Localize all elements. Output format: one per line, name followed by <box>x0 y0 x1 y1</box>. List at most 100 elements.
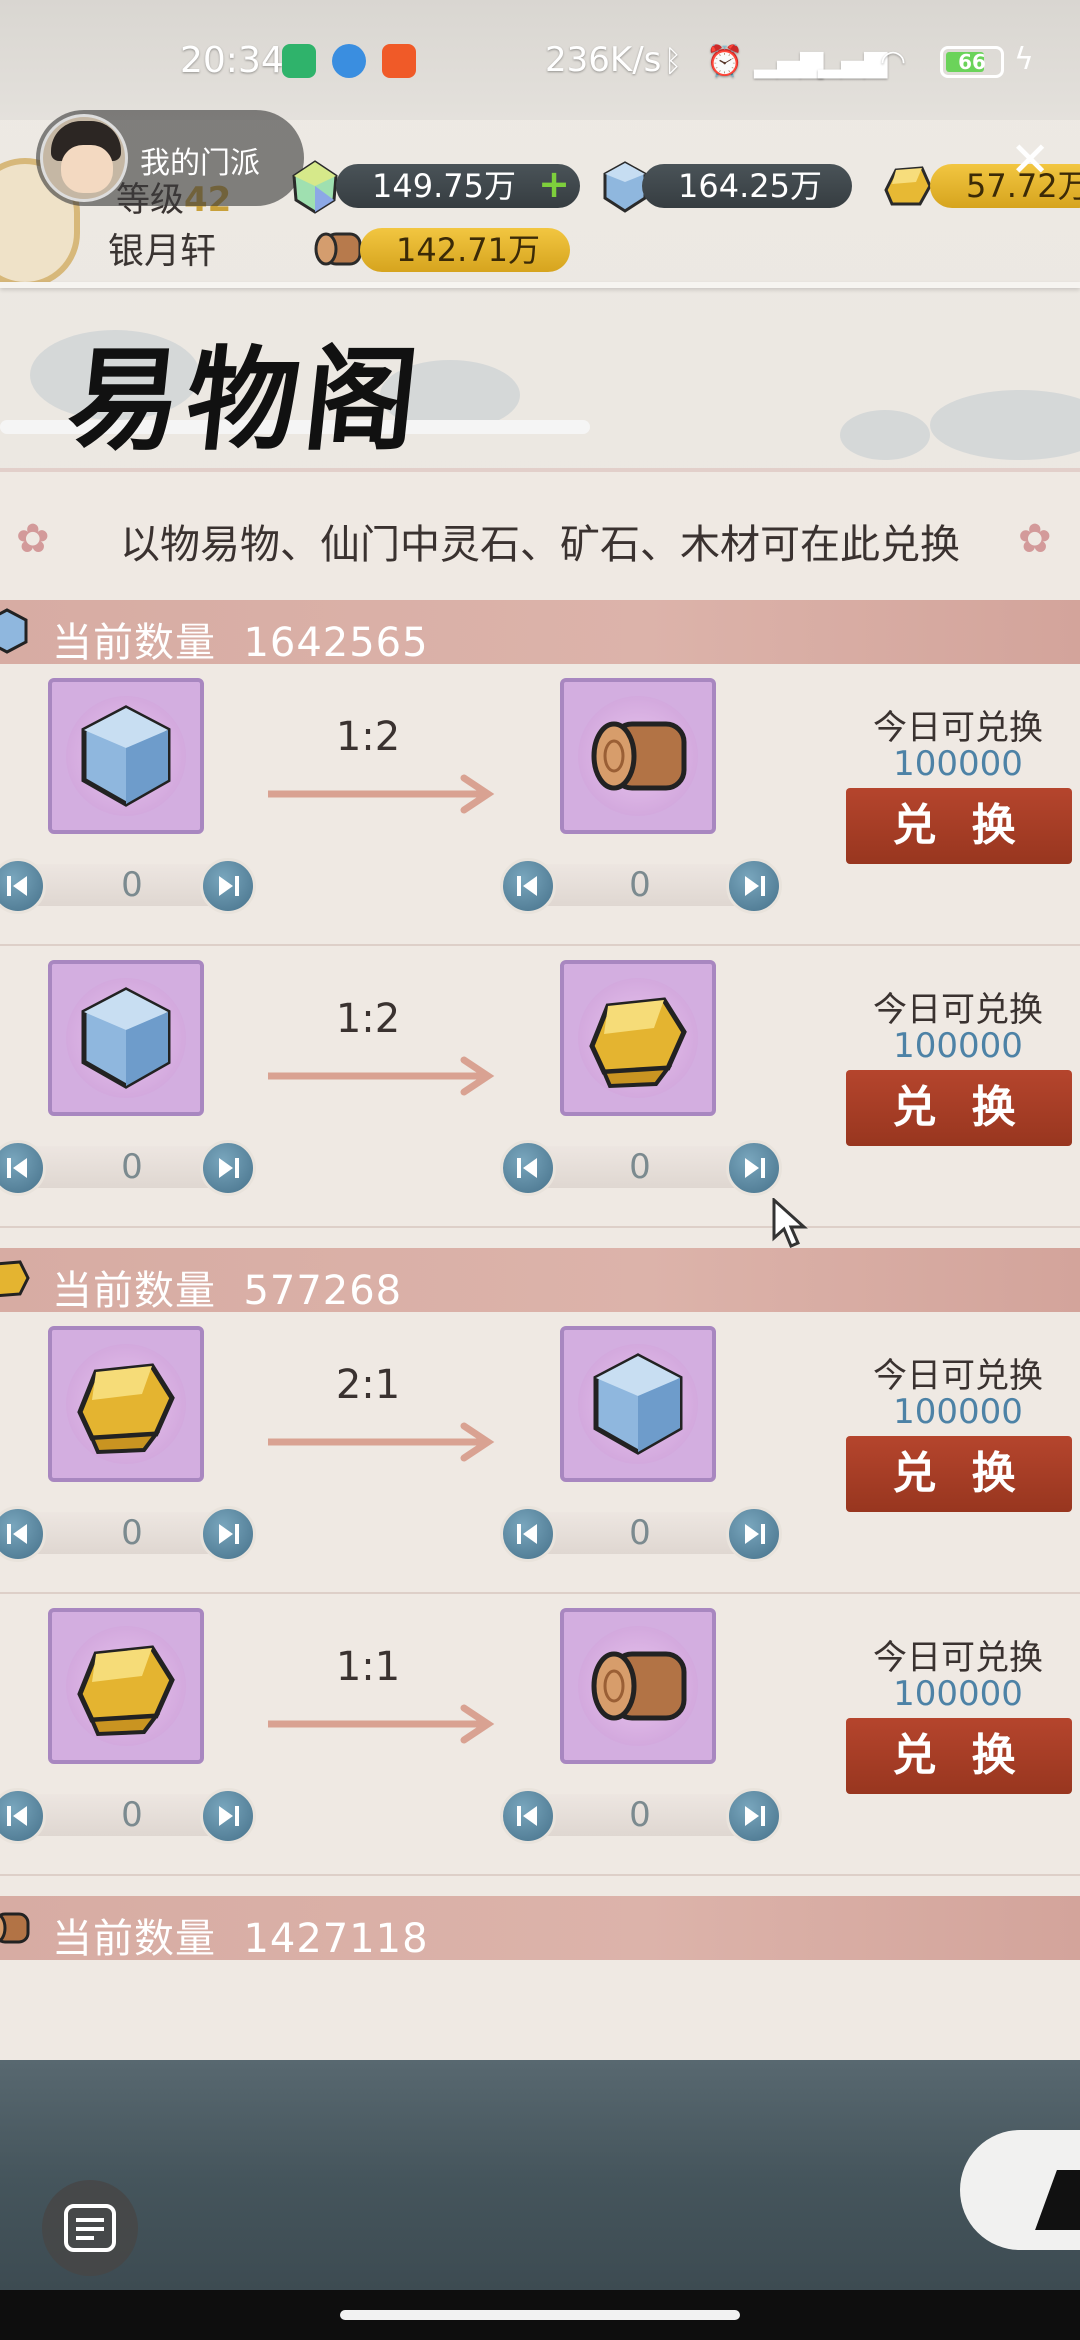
gold-icon <box>884 166 932 206</box>
from-amount-value: 0 <box>121 1795 143 1835</box>
wood-icon <box>591 1651 687 1721</box>
spirit-stone-icon <box>292 160 338 214</box>
gold-icon <box>0 1260 30 1298</box>
exchange-panel: ✿ 以物易物、仙门中灵石、矿石、木材可在此兑换 ✿ 当前数量 1642565 1… <box>0 468 1080 2060</box>
increase-button[interactable] <box>200 1506 256 1562</box>
from-amount-value: 0 <box>121 1513 143 1553</box>
wood-counter: 142.71万 <box>360 228 570 272</box>
to-item-slot[interactable] <box>560 1326 716 1482</box>
from-item-slot[interactable] <box>48 1608 204 1764</box>
shield-app-icon <box>282 44 316 78</box>
to-amount-stepper: 0 <box>500 858 790 914</box>
current-quantity-text: 当前数量 577268 <box>52 1268 403 1314</box>
app-screen: 20:34 236K/s ᛒ ⏰ ▂▄▆ ▂▄▆ ◠ 66 ϟ 等级42 银月轩… <box>0 0 1080 2340</box>
wood-icon <box>591 721 687 791</box>
decrease-button[interactable] <box>500 1506 556 1562</box>
spirit-stone-counter: 149.75万 + <box>336 162 580 208</box>
arrow-right-icon <box>268 1422 495 1462</box>
brush-corner-decoration <box>960 2130 1080 2250</box>
gold-icon <box>77 1645 175 1737</box>
resource-bar: 等级42 银月轩 我的门派 149.75万 + 164.25万 <box>0 110 1080 290</box>
title-area: 易物阁 <box>0 290 1080 466</box>
cloud-decoration <box>930 390 1080 460</box>
bluetooth-icon: ᛒ <box>664 44 682 79</box>
exchange-button[interactable]: 兑 换 <box>846 1436 1072 1512</box>
exchange-notice: 以物易物、仙门中灵石、矿石、木材可在此兑换 <box>120 522 960 568</box>
gold-counter: 57.72万 <box>930 164 1080 208</box>
mouse-cursor-icon <box>772 1198 808 1248</box>
gold-icon <box>589 997 687 1089</box>
menu-icon <box>64 2204 116 2252</box>
from-amount-stepper: 0 <box>0 1506 262 1562</box>
wifi-icon: ◠ <box>880 44 907 79</box>
increase-button[interactable] <box>726 1140 782 1196</box>
exchange-ratio: 2:1 <box>335 1362 401 1408</box>
add-spirit-stone-button[interactable]: + <box>538 162 570 206</box>
increase-button[interactable] <box>726 858 782 914</box>
exchange-ratio: 1:2 <box>335 714 401 760</box>
from-item-slot[interactable] <box>48 678 204 834</box>
ore-icon <box>81 987 171 1089</box>
sect-name: 银月轩 <box>108 231 217 272</box>
decrease-button[interactable] <box>500 1140 556 1196</box>
current-quantity-text: 当前数量 1642565 <box>52 620 429 666</box>
section-header: 当前数量 1427118 <box>0 1896 1080 1962</box>
wood-icon <box>314 232 362 266</box>
page-title: 易物阁 <box>62 335 430 466</box>
mini-window-avatar <box>40 114 128 202</box>
exchange-row: 1:1 0 0 今日可兑换 100000 兑 换 <box>0 1594 1080 1876</box>
today-available-value: 100000 <box>893 1674 1023 1714</box>
exchange-button[interactable]: 兑 换 <box>846 1070 1072 1146</box>
signal-icon-2: ▂▄▆ <box>818 44 888 79</box>
ore-counter: 164.25万 <box>642 164 852 208</box>
section-header: 当前数量 1642565 <box>0 600 1080 666</box>
increase-button[interactable] <box>200 858 256 914</box>
exchange-button[interactable]: 兑 换 <box>846 788 1072 864</box>
arrow-right-icon <box>268 774 495 814</box>
increase-button[interactable] <box>200 1788 256 1844</box>
increase-button[interactable] <box>200 1140 256 1196</box>
cloud-decoration <box>840 410 930 460</box>
to-item-slot[interactable] <box>560 960 716 1116</box>
to-amount-stepper: 0 <box>500 1140 790 1196</box>
floating-menu-button[interactable] <box>42 2180 138 2276</box>
exchange-ratio: 1:1 <box>335 1644 401 1690</box>
ore-icon <box>0 608 28 654</box>
today-available-value: 100000 <box>893 744 1023 784</box>
home-indicator[interactable] <box>340 2310 740 2320</box>
status-time: 20:34 <box>180 40 284 81</box>
increase-button[interactable] <box>726 1788 782 1844</box>
to-amount-value: 0 <box>629 1147 651 1187</box>
from-amount-stepper: 0 <box>0 858 262 914</box>
today-available-label: 今日可兑换 <box>873 1356 1043 1396</box>
header-divider <box>0 282 1080 288</box>
to-item-slot[interactable] <box>560 1608 716 1764</box>
network-speed: 236K/s <box>545 40 662 80</box>
browser-app-icon <box>332 44 366 78</box>
exchange-button[interactable]: 兑 换 <box>846 1718 1072 1794</box>
wood-value: 142.71万 <box>396 231 540 269</box>
decrease-button[interactable] <box>500 858 556 914</box>
bottom-background <box>0 2060 1080 2300</box>
signal-icon: ▂▄▆ <box>754 44 824 79</box>
flower-icon: ✿ <box>1018 516 1052 562</box>
close-icon[interactable]: ✕ <box>1010 136 1050 184</box>
today-available-label: 今日可兑换 <box>873 708 1043 748</box>
mini-window-pill[interactable]: 我的门派 <box>36 110 304 206</box>
to-item-slot[interactable] <box>560 678 716 834</box>
exchange-row: 2:1 0 0 今日可兑换 100000 兑 换 <box>0 1312 1080 1594</box>
from-amount-value: 0 <box>121 1147 143 1187</box>
to-amount-stepper: 0 <box>500 1788 790 1844</box>
decrease-button[interactable] <box>500 1788 556 1844</box>
increase-button[interactable] <box>726 1506 782 1562</box>
battery-icon: 66 <box>940 46 1004 78</box>
today-available-value: 100000 <box>893 1026 1023 1066</box>
exchange-row: 1:2 0 0 今日可兑换 100000 兑 换 <box>0 946 1080 1228</box>
shop-app-icon <box>382 44 416 78</box>
arrow-right-icon <box>268 1704 495 1744</box>
current-quantity-text: 当前数量 1427118 <box>52 1916 429 1962</box>
charging-icon: ϟ <box>1014 42 1034 77</box>
from-item-slot[interactable] <box>48 960 204 1116</box>
from-item-slot[interactable] <box>48 1326 204 1482</box>
to-amount-value: 0 <box>629 1795 651 1835</box>
